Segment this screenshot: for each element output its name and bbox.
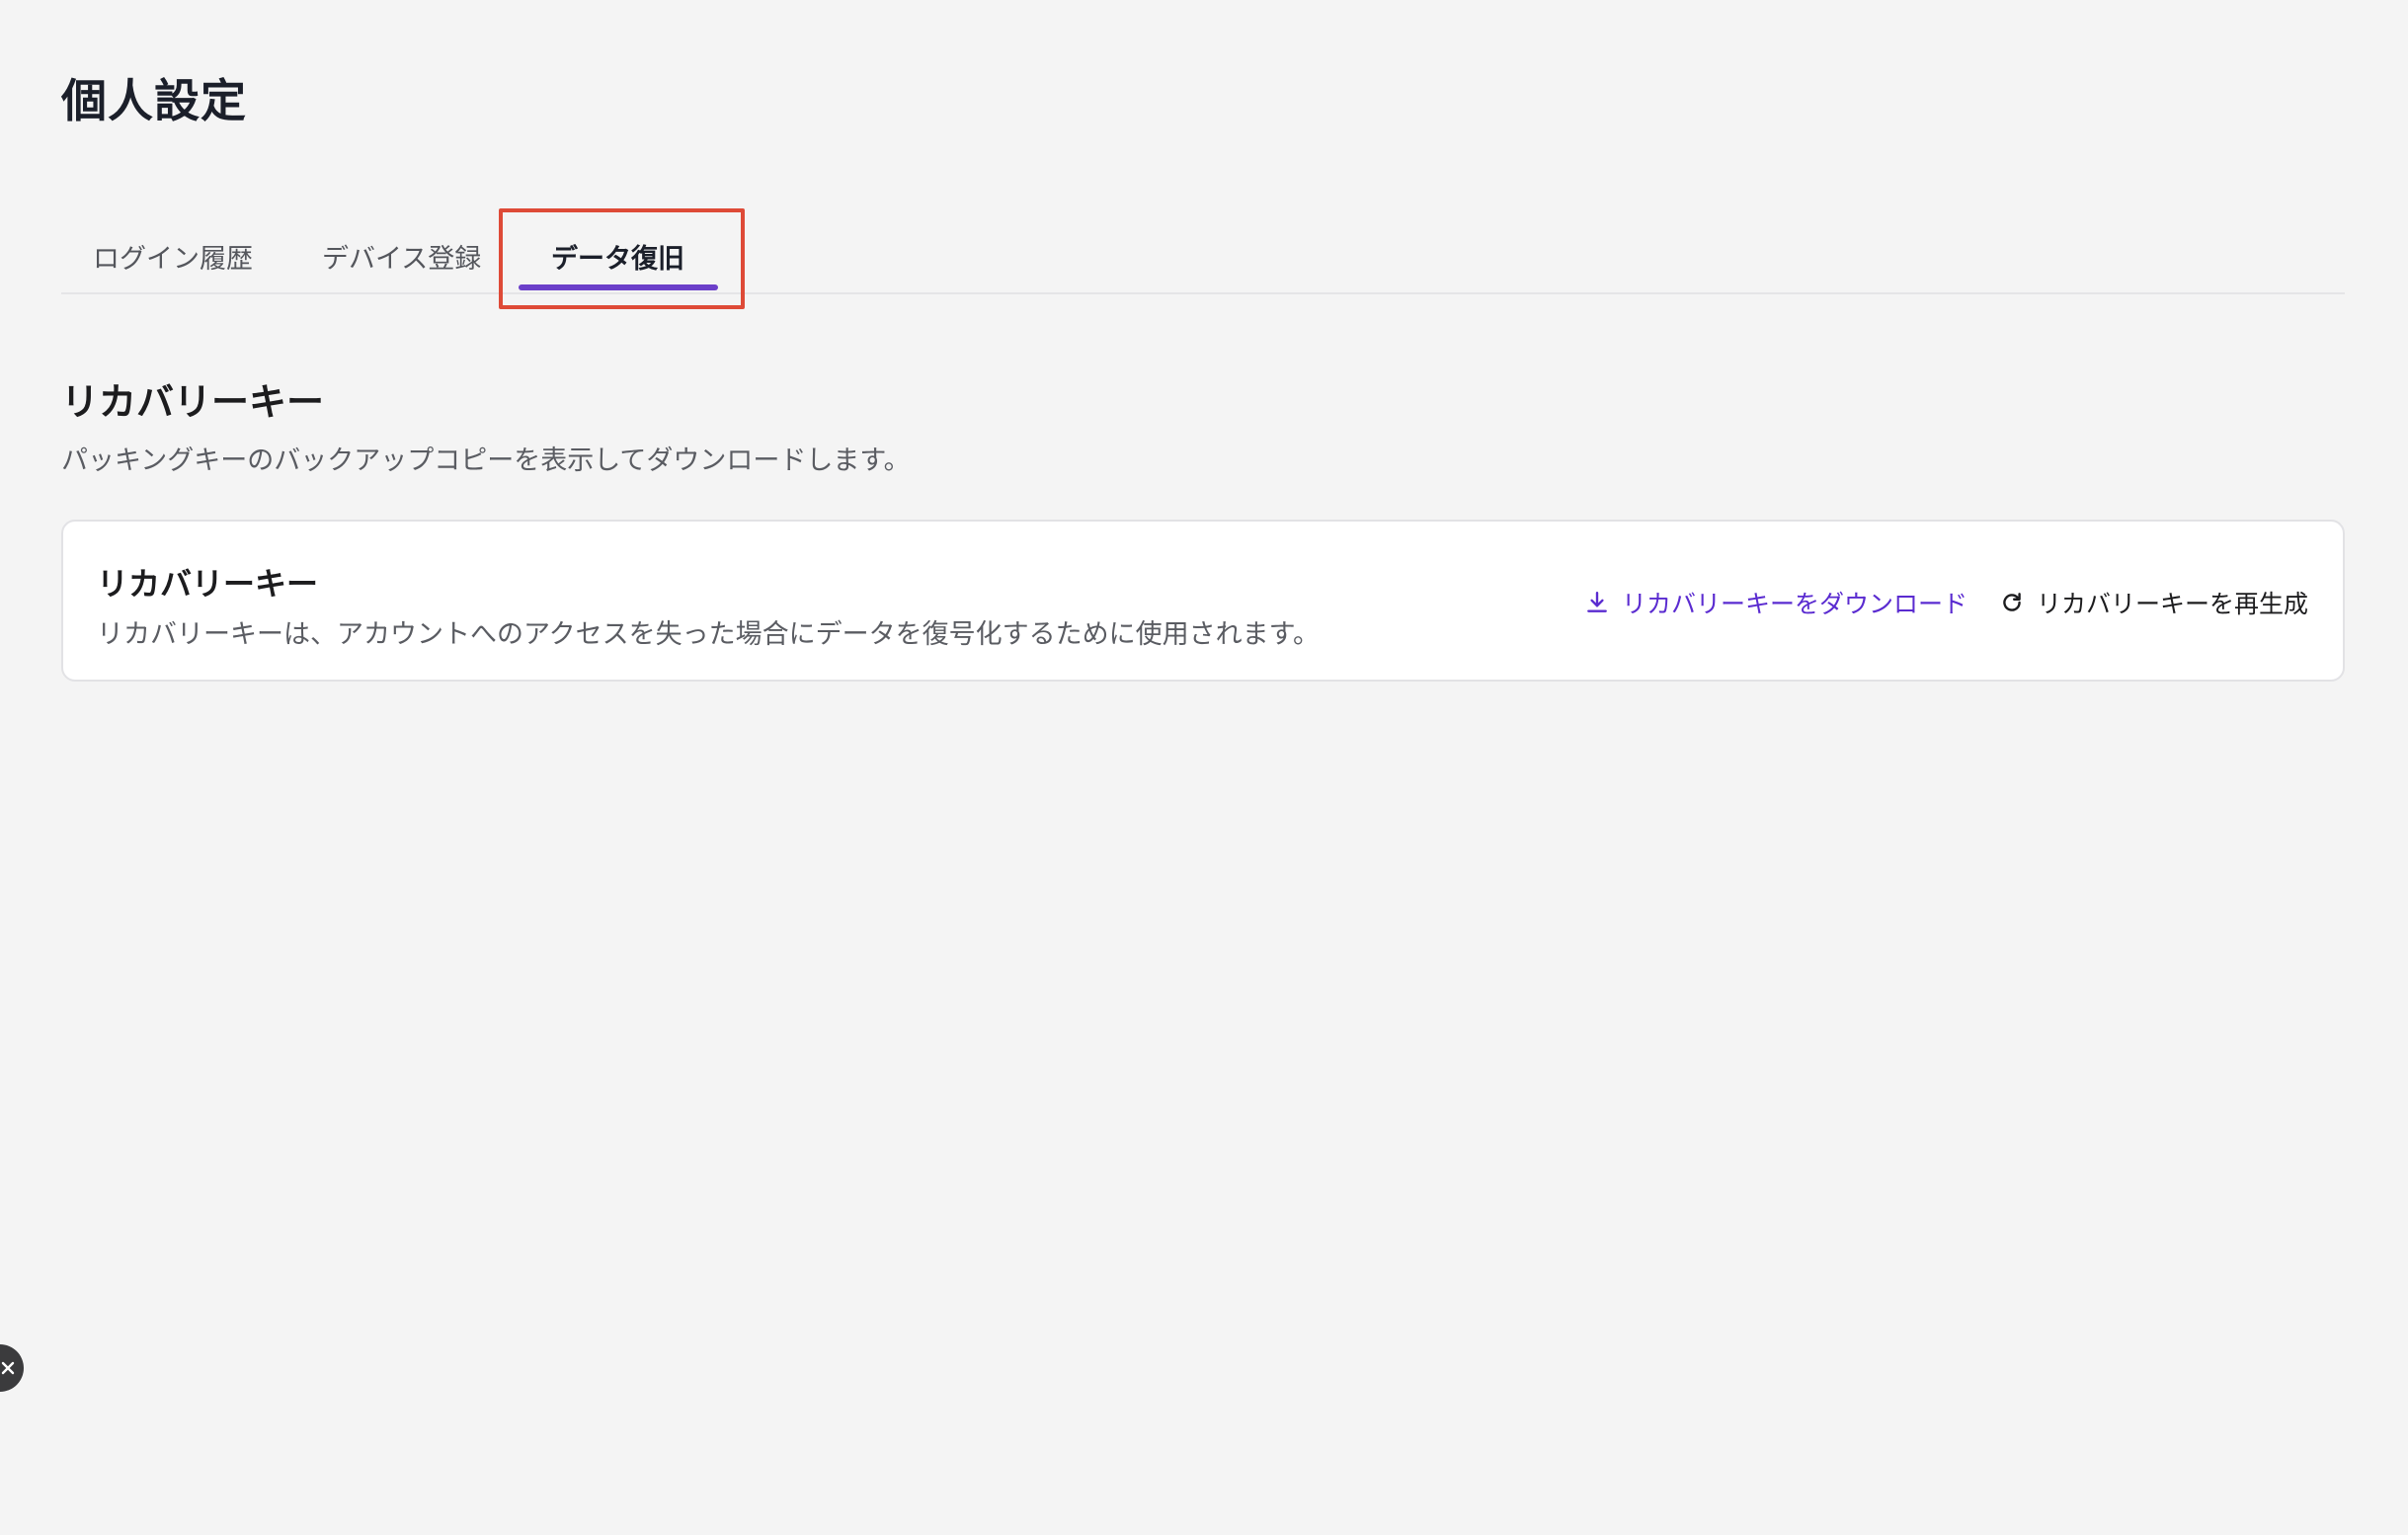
recovery-key-card: リカバリーキー リカバリーキーは、アカウントへのアクセスを失った場合にデータを復… (61, 520, 2345, 682)
card-title: リカバリーキー (97, 565, 319, 603)
highlight-annotation (499, 208, 745, 309)
section-title: リカバリーキー (61, 380, 325, 424)
tab-device-registration[interactable]: デバイス登録 (322, 237, 481, 276)
download-recovery-key-label: リカバリーキーをダウンロード (1622, 590, 1968, 618)
sidebar-toggle-button[interactable] (0, 1344, 24, 1392)
card-description: リカバリーキーは、アカウントへのアクセスを失った場合にデータを復号化するために使… (97, 619, 1320, 650)
tab-login-history[interactable]: ログイン履歴 (93, 237, 253, 276)
refresh-icon (1999, 590, 2025, 615)
download-recovery-key-button[interactable]: リカバリーキーをダウンロード (1584, 585, 1967, 620)
section-description: パッキングキーのバックアップコピーを表示してダウンロードします。 (61, 445, 911, 476)
download-icon (1584, 590, 1610, 615)
page-title: 個人設定 (61, 74, 247, 127)
regenerate-recovery-key-button[interactable]: リカバリーキーを再生成 (1999, 585, 2308, 620)
settings-page: 個人設定 ログイン履歴 デバイス登録 データ復旧 リカバリーキー パッキングキー… (0, 0, 2408, 1535)
tab-bar: ログイン履歴 デバイス登録 データ復旧 (61, 215, 2345, 294)
regenerate-recovery-key-label: リカバリーキーを再生成 (2037, 590, 2309, 618)
close-icon (1, 1361, 15, 1375)
